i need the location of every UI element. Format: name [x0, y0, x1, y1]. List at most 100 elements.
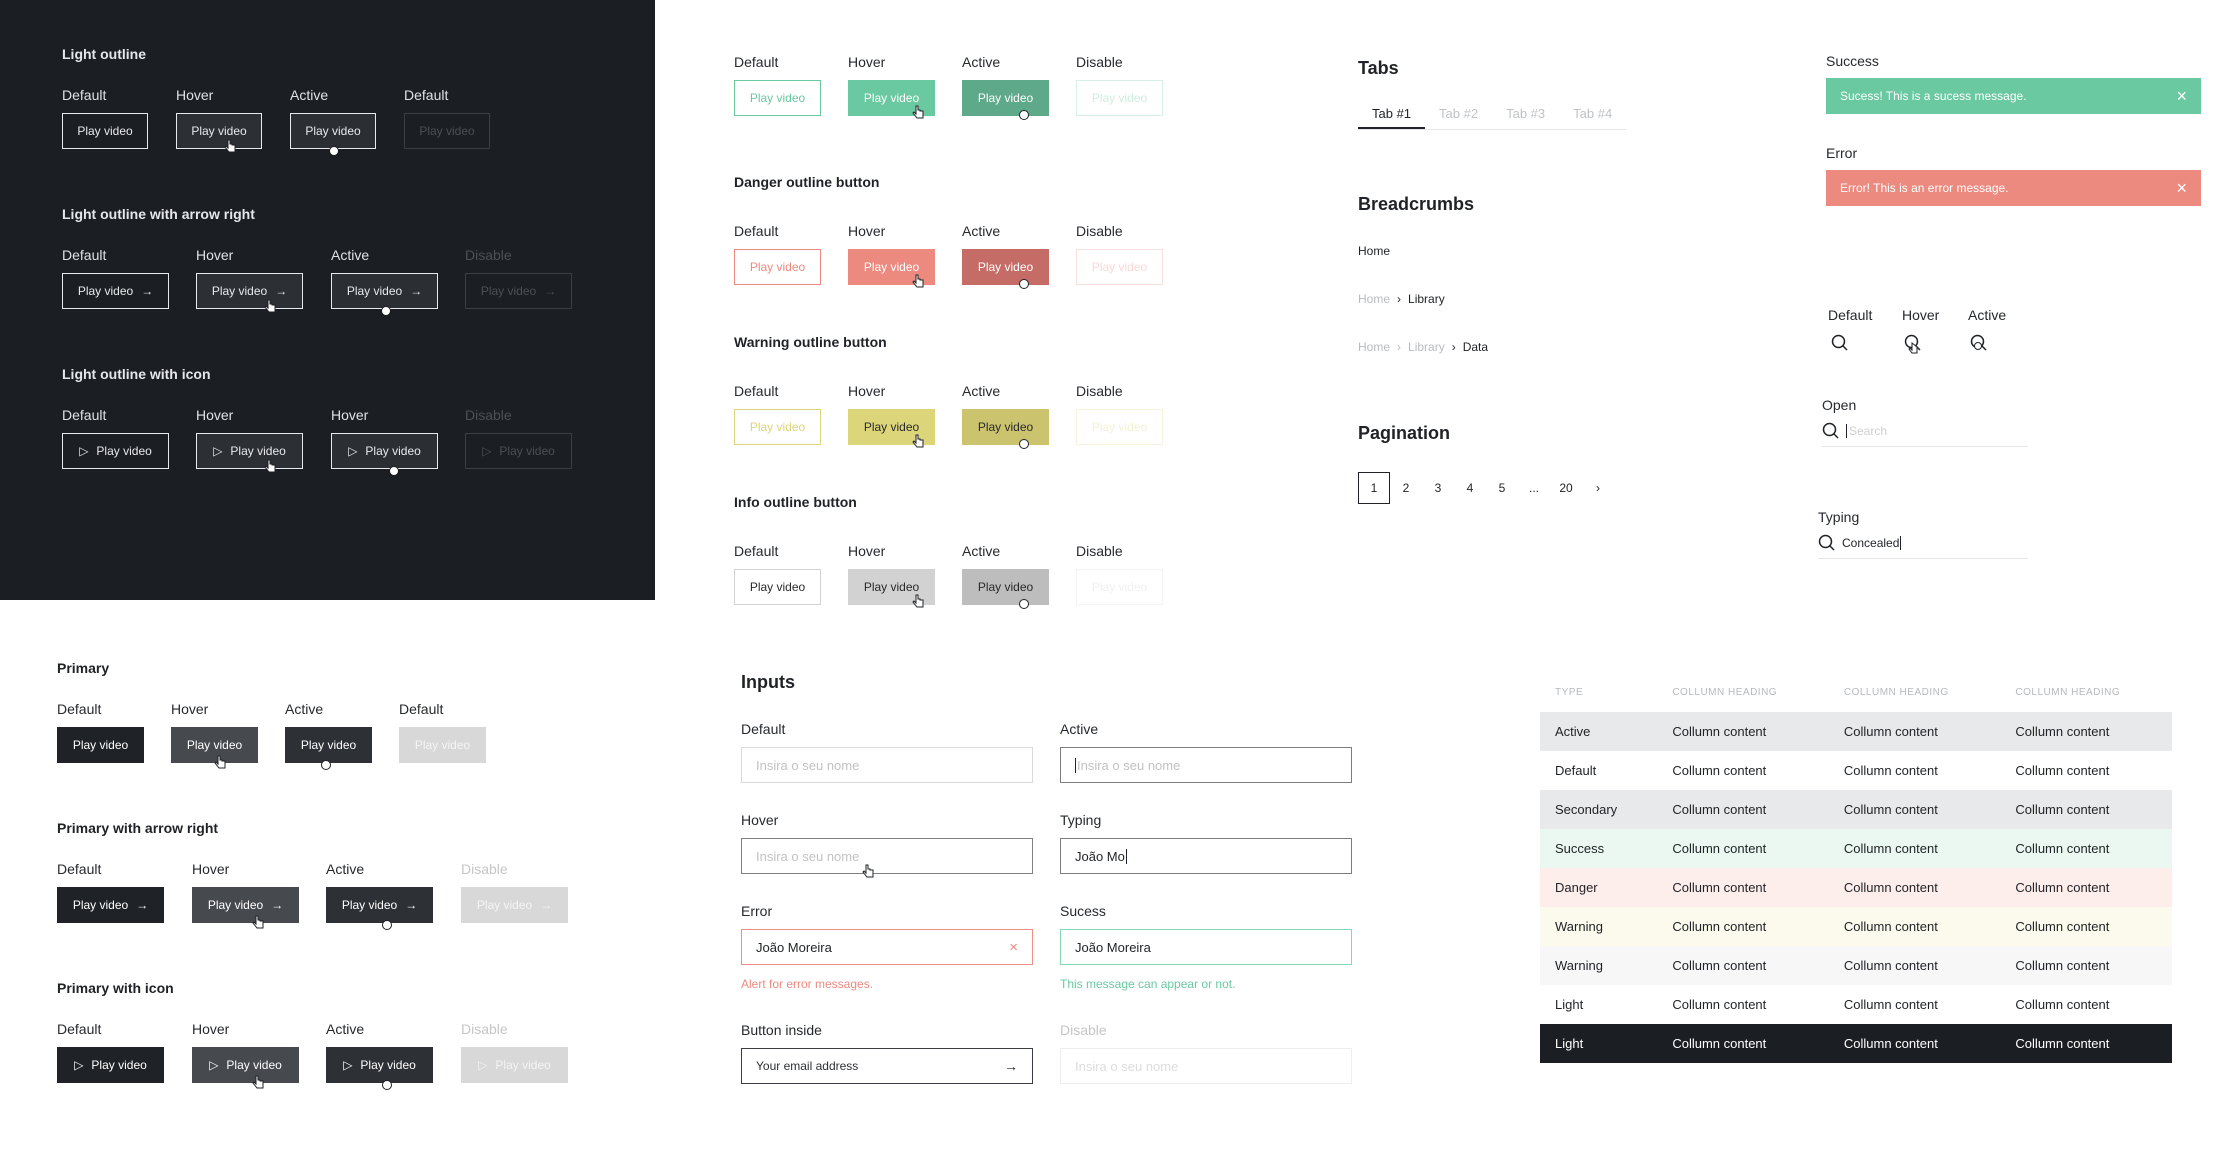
info-outline-button-active[interactable]: Play video — [962, 569, 1049, 605]
error-label: Error — [1826, 145, 1858, 161]
danger-outline-button[interactable]: Play video — [734, 249, 821, 285]
table-row[interactable]: Secondary Collumn content Collumn content C… — [1540, 790, 2172, 829]
page-20[interactable]: 20 — [1550, 472, 1582, 504]
table-row[interactable]: Light Collumn content Collumn content Collu… — [1540, 985, 2172, 1024]
close-icon[interactable]: × — [2176, 178, 2187, 199]
danger-outline-button-hover[interactable]: Play video — [848, 249, 935, 285]
arrow-right-icon[interactable]: → — [1004, 1058, 1018, 1074]
table-body: Active Collumn content Collumn content Coll… — [1540, 712, 2172, 1063]
button-label: Play video — [1091, 420, 1148, 434]
table-cell: Collumn content — [1672, 724, 1767, 739]
play-video-arrow-button-active[interactable]: Play video → — [331, 273, 438, 309]
state-label: Default — [57, 1021, 102, 1037]
name-input-success[interactable]: João Moreira — [1060, 929, 1352, 965]
button-label: Play video — [72, 898, 129, 912]
search-icon-hover[interactable] — [1904, 334, 1922, 356]
play-video-button[interactable]: Play video — [62, 113, 148, 149]
play-video-arrow-button-hover[interactable]: Play video → — [196, 273, 303, 309]
tab-3[interactable]: Tab #3 — [1492, 102, 1559, 129]
breadcrumb-library[interactable]: Library — [1408, 292, 1445, 306]
row-type: Danger — [1555, 880, 1598, 895]
table-row[interactable]: Light Collumn content Collumn content Collu… — [1540, 1024, 2172, 1063]
play-video-button-active[interactable]: Play video — [290, 113, 376, 149]
page-4[interactable]: 4 — [1454, 472, 1486, 504]
table-row[interactable]: Warning Collumn content Collumn content Col… — [1540, 907, 2172, 946]
arrow-right-icon: → — [410, 284, 423, 298]
search-field-open[interactable]: Search — [1822, 422, 2028, 447]
play-video-icon-button-active[interactable]: ▷ Play video — [331, 433, 438, 469]
row-type: Light — [1555, 1036, 1584, 1051]
table-row[interactable]: Success Collumn content Collumn content Col… — [1540, 829, 2172, 868]
table-cell: Collumn content — [1672, 841, 1767, 856]
table-cell: Collumn content — [1672, 958, 1767, 973]
breadcrumb-data[interactable]: Data — [1463, 340, 1488, 354]
breadcrumb-home[interactable]: Home — [1358, 244, 1390, 258]
button-label: Play video — [749, 580, 806, 594]
search-icon[interactable] — [1831, 334, 1849, 352]
page-2[interactable]: 2 — [1390, 472, 1422, 504]
primary-icon-button-hover[interactable]: ▷ Play video — [192, 1047, 299, 1083]
search-icon-active[interactable] — [1970, 334, 1988, 356]
table-header-row: TYPE COLLUMN HEADING COLLUMN HEADING COL… — [1540, 673, 2172, 712]
page-1[interactable]: 1 — [1358, 472, 1390, 504]
state-label: Default — [734, 223, 779, 239]
tab-1[interactable]: Tab #1 — [1358, 102, 1426, 129]
breadcrumb-home[interactable]: Home — [1358, 292, 1390, 306]
name-input-hover[interactable]: Insira o seu nome — [741, 838, 1033, 874]
tab-2[interactable]: Tab #2 — [1425, 102, 1492, 129]
danger-outline-button-active[interactable]: Play video — [962, 249, 1049, 285]
primary-play-button[interactable]: Play video — [57, 727, 144, 763]
state-label: Default — [734, 383, 779, 399]
name-input-active[interactable]: Insira o seu nome — [1060, 747, 1352, 783]
table-row[interactable]: Active Collumn content Collumn content Coll… — [1540, 712, 2172, 751]
button-label: Play video — [863, 260, 920, 274]
play-video-button-hover[interactable]: Play video — [176, 113, 262, 149]
primary-icon-button[interactable]: ▷ Play video — [57, 1047, 164, 1083]
close-icon[interactable]: × — [2176, 86, 2187, 107]
info-outline-button-hover[interactable]: Play video — [848, 569, 935, 605]
name-input-error[interactable]: João Moreira × — [741, 929, 1033, 965]
breadcrumb-home[interactable]: Home — [1358, 340, 1390, 354]
name-input-default[interactable]: Insira o seu nome — [741, 747, 1033, 783]
breadcrumb-library[interactable]: Library — [1408, 340, 1445, 354]
light-outline-panel: Light outline Default Hover Active Defau… — [0, 0, 655, 600]
primary-arrow-button-disabled: Play video → — [461, 887, 568, 923]
play-video-icon-button[interactable]: ▷ Play video — [62, 433, 169, 469]
next-page-icon[interactable]: › — [1582, 472, 1614, 504]
arrow-right-icon: → — [136, 898, 149, 912]
warning-outline-button-hover[interactable]: Play video — [848, 409, 935, 445]
error-alert: Error! This is an error message. × — [1826, 170, 2201, 206]
primary-arrow-button-hover[interactable]: Play video → — [192, 887, 299, 923]
play-video-arrow-button[interactable]: Play video → — [62, 273, 169, 309]
page-3[interactable]: 3 — [1422, 472, 1454, 504]
email-input[interactable]: Your email address → — [741, 1048, 1033, 1084]
success-outline-button[interactable]: Play video — [734, 80, 821, 116]
table-cell: Collumn content — [1672, 1036, 1767, 1051]
play-icon: ▷ — [209, 1058, 219, 1072]
page-5[interactable]: 5 — [1486, 472, 1518, 504]
warning-outline-button-active[interactable]: Play video — [962, 409, 1049, 445]
name-input-typing[interactable]: João Mo — [1060, 838, 1352, 874]
primary-arrow-button-active[interactable]: Play video → — [326, 887, 433, 923]
primary-play-button-active[interactable]: Play video — [285, 727, 372, 763]
info-outline-button[interactable]: Play video — [734, 569, 821, 605]
success-outline-button-hover[interactable]: Play video — [848, 80, 935, 116]
primary-play-button-hover[interactable]: Play video — [171, 727, 258, 763]
breadcrumbs-title: Breadcrumbs — [1358, 194, 1475, 214]
tab-4[interactable]: Tab #4 — [1559, 102, 1626, 129]
table-row[interactable]: Warning Collumn content Collumn content Col… — [1540, 946, 2172, 985]
button-label: Play video — [211, 284, 268, 298]
chevron-right-icon: › — [1397, 340, 1402, 354]
success-outline-button-active[interactable]: Play video — [962, 80, 1049, 116]
section-title: Danger outline button — [734, 174, 880, 190]
button-label: Play video — [96, 444, 152, 458]
play-video-icon-button-hover[interactable]: ▷ Play video — [196, 433, 303, 469]
table-row[interactable]: Danger Collumn content Collumn content Coll… — [1540, 868, 2172, 907]
primary-icon-button-active[interactable]: ▷ Play video — [326, 1047, 433, 1083]
clear-icon[interactable]: × — [1009, 939, 1018, 956]
primary-arrow-button[interactable]: Play video → — [57, 887, 164, 923]
state-label: Hover — [192, 861, 230, 877]
search-field-typing[interactable]: Concealed — [1818, 534, 2028, 559]
warning-outline-button[interactable]: Play video — [734, 409, 821, 445]
table-row[interactable]: Default Collumn content Collumn content Col… — [1540, 751, 2172, 790]
